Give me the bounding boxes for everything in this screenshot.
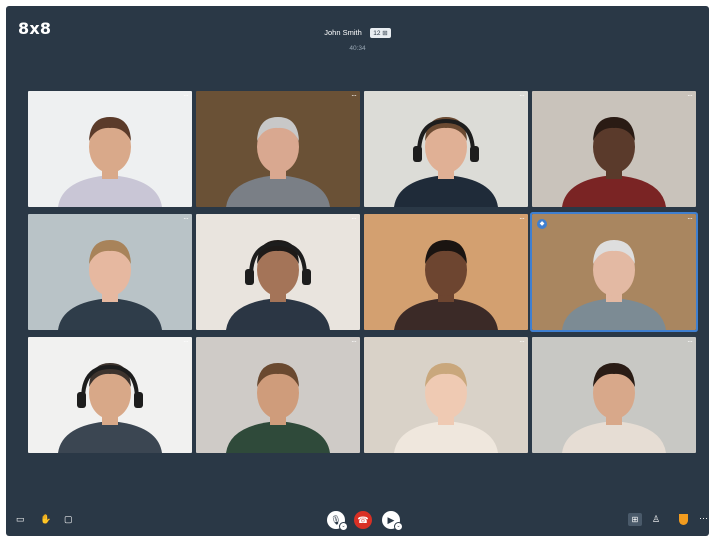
video-feed: [364, 214, 528, 330]
camera-button[interactable]: ▶ ⌄: [382, 511, 403, 531]
video-tile[interactable]: ···: [532, 337, 696, 453]
grid-view-icon: ⊞: [631, 515, 639, 524]
video-feed: [364, 337, 528, 453]
tile-options-icon[interactable]: ···: [687, 337, 693, 346]
video-feed: [28, 214, 192, 330]
tile-options-icon[interactable]: ···: [351, 91, 357, 100]
video-tile[interactable]: ···: [196, 214, 360, 330]
call-timer: 40:34: [349, 45, 366, 52]
tile-options-icon[interactable]: ···: [687, 214, 693, 223]
host-name: John Smith: [324, 28, 362, 38]
video-feed: [196, 214, 360, 330]
end-call-icon: ☎: [357, 515, 369, 525]
video-tile[interactable]: ···: [532, 91, 696, 207]
screen-share-icon[interactable]: ▭: [16, 513, 25, 525]
call-header: John Smith 12 ⊞ 40:34: [6, 24, 709, 52]
video-feed: [364, 91, 528, 207]
tile-options-icon[interactable]: ···: [183, 214, 189, 223]
video-tile[interactable]: ···: [28, 337, 192, 453]
tile-options-icon[interactable]: ···: [519, 91, 525, 100]
video-tile[interactable]: ···: [28, 214, 192, 330]
meeting-window: 8x8 John Smith 12 ⊞ 40:34 ··· ··· ··· ··…: [6, 6, 709, 536]
more-icon[interactable]: ⋯: [699, 512, 708, 524]
call-toolbar: ▭ ✋ ▢ 🎙 ⌄ ☎ ▶ ⌄ ⊞ ♙ ⋯: [6, 502, 709, 536]
video-feed: [532, 337, 696, 453]
video-feed: [28, 337, 192, 453]
video-tile[interactable]: ···: [364, 214, 528, 330]
video-tile[interactable]: ··· ◆: [532, 214, 696, 330]
video-feed: [532, 91, 696, 207]
security-shield-icon[interactable]: [679, 514, 688, 525]
people-icon: ⊞: [382, 29, 388, 37]
video-tile[interactable]: ···: [364, 337, 528, 453]
active-speaker-icon: ◆: [537, 219, 547, 229]
camera-settings-icon[interactable]: ⌄: [394, 522, 403, 531]
video-feed: [532, 214, 696, 330]
chat-icon[interactable]: ▢: [64, 513, 73, 525]
video-grid: ··· ··· ··· ··· ··· ··· ··· ··· ◆ ··· ··…: [28, 91, 696, 453]
video-tile[interactable]: ···: [28, 91, 192, 207]
raise-hand-icon[interactable]: ✋: [40, 513, 51, 525]
participant-count-badge[interactable]: 12 ⊞: [370, 27, 391, 38]
tile-options-icon[interactable]: ···: [519, 214, 525, 223]
participant-count: 12: [373, 29, 381, 37]
microphone-button[interactable]: 🎙 ⌄: [327, 511, 348, 531]
camera-icon: ▶: [387, 515, 395, 525]
end-call-button[interactable]: ☎: [354, 511, 372, 529]
tile-options-icon[interactable]: ···: [351, 337, 357, 346]
video-feed: [196, 337, 360, 453]
video-tile[interactable]: ···: [196, 91, 360, 207]
video-tile[interactable]: ···: [364, 91, 528, 207]
tile-options-icon[interactable]: ···: [183, 337, 189, 346]
tile-options-icon[interactable]: ···: [351, 214, 357, 223]
video-feed: [28, 91, 192, 207]
video-feed: [196, 91, 360, 207]
participants-icon[interactable]: ♙: [652, 513, 660, 525]
tile-options-icon[interactable]: ···: [519, 337, 525, 346]
grid-view-button[interactable]: ⊞: [628, 513, 642, 526]
microphone-settings-icon[interactable]: ⌄: [339, 522, 348, 531]
video-tile[interactable]: ···: [196, 337, 360, 453]
tile-options-icon[interactable]: ···: [183, 91, 189, 100]
tile-options-icon[interactable]: ···: [687, 91, 693, 100]
